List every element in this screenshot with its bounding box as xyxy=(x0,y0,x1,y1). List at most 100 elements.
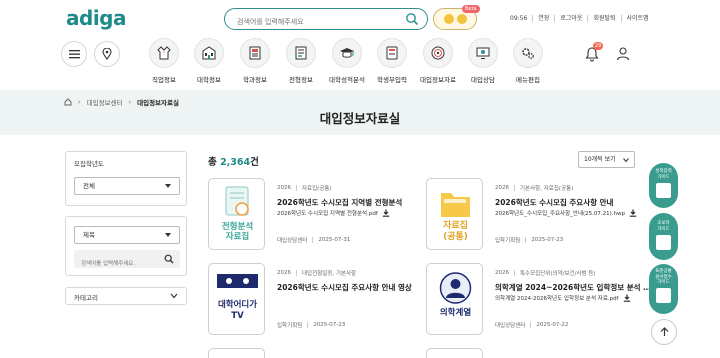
arrow-up-icon xyxy=(660,327,668,336)
item-date: 2025-07-22 xyxy=(536,322,569,328)
nav-item-job[interactable]: 직업정보 xyxy=(139,38,189,84)
graduation-cap-icon xyxy=(332,38,362,68)
page-size-select[interactable]: 10개씩 보기 xyxy=(578,151,635,168)
nav-item-label: 대입상담 xyxy=(471,76,495,84)
nav-item-label: 학과정보 xyxy=(243,76,267,84)
search-field-select[interactable]: 제목 xyxy=(74,226,180,244)
item-source: 대입상담센터 xyxy=(277,238,308,244)
withdraw-link[interactable]: 회원탈퇴 xyxy=(587,15,620,22)
year-select-value: 전체 xyxy=(83,182,95,190)
nav-item-record-input[interactable]: 학생부입력 xyxy=(367,38,417,84)
file-name[interactable]: 의학계열 2024-2026학년도 입학정보 분석 자료.pdf xyxy=(495,294,619,302)
chevron-down-icon xyxy=(623,158,629,162)
thumbnail-text: 대학어디가 xyxy=(217,300,258,310)
search-filter-panel: 제목 xyxy=(65,216,187,276)
search-bar[interactable] xyxy=(224,8,428,32)
location-button[interactable] xyxy=(94,41,120,67)
download-icon[interactable] xyxy=(623,294,631,302)
common-application-guide-button[interactable]: 표준공통 원서접수 가이드 xyxy=(649,264,678,314)
nav-item-admission[interactable]: 전형정보 xyxy=(276,38,326,84)
year-select[interactable]: 전체 xyxy=(74,177,180,195)
page-title: 대입정보자료실 xyxy=(319,111,401,126)
chevron-down-icon xyxy=(165,184,171,188)
guide-document-icon xyxy=(656,183,671,198)
nav-item-counseling[interactable]: 대입상담 xyxy=(458,38,508,84)
item-source: 대입상담센터 xyxy=(495,323,526,329)
total-suffix: 건 xyxy=(250,157,259,168)
download-icon[interactable] xyxy=(382,209,390,217)
beta-badge: Beta xyxy=(462,5,480,13)
home-icon[interactable] xyxy=(64,98,72,106)
keyword-field[interactable] xyxy=(74,250,180,273)
chevron-right-icon: › xyxy=(78,98,81,106)
scroll-to-top-button[interactable] xyxy=(651,319,677,345)
item-thumbnail[interactable] xyxy=(426,348,483,358)
profile-button[interactable] xyxy=(616,46,630,65)
item-category: 대입전형일정, 기본사항 xyxy=(302,271,357,277)
search-input[interactable] xyxy=(225,12,395,32)
nav-item-major[interactable]: 학과정보 xyxy=(230,38,280,84)
item-file[interactable]: 2026학년도 수시모집 지역별 전형분석.pdf xyxy=(277,209,390,217)
item-year: 2026 xyxy=(277,270,291,276)
breadcrumb-parent[interactable]: 대입정보센터 xyxy=(87,97,123,107)
shirt-icon xyxy=(149,38,179,68)
grade-input-guide-button[interactable]: 성적입력 가이드 xyxy=(649,163,678,208)
book-icon xyxy=(240,38,270,68)
nav-item-grade-analysis[interactable]: 대학성적분석 xyxy=(322,38,372,84)
page-size-value: 10개씩 보기 xyxy=(584,156,616,163)
sitemap-link[interactable]: 사이트맵 xyxy=(620,15,654,22)
nav-item-label: 대학성적분석 xyxy=(329,76,365,84)
nav-item-label: 직업정보 xyxy=(152,76,176,84)
item-title[interactable]: 의학계열 2024~2026학년도 입학정보 분석 … xyxy=(495,282,651,293)
nav-item-label: 전형정보 xyxy=(289,76,313,84)
item-footer: 대입상담센터 2025-07-22 xyxy=(495,321,568,329)
item-thumbnail[interactable]: 자료집 (공통) xyxy=(426,178,483,250)
monitor-icon xyxy=(468,38,498,68)
search-icon[interactable] xyxy=(405,12,419,26)
search-icon[interactable] xyxy=(164,254,174,264)
item-thumbnail[interactable]: 의학계열 xyxy=(426,263,483,335)
item-title[interactable]: 2026학년도 수시모집 주요사항 안내 xyxy=(495,197,613,208)
total-count: 총 2,364건 xyxy=(208,154,259,168)
item-thumbnail[interactable]: 대학어디가 TV xyxy=(208,263,265,335)
item-thumbnail[interactable]: 전형분석 자료집 xyxy=(208,178,265,250)
fab-label: 성적입력 가이드 xyxy=(655,169,672,180)
file-name[interactable]: 2026학년도 수시모집 지역별 전형분석.pdf xyxy=(277,209,378,217)
item-footer: 대입상담센터 2025-07-31 xyxy=(277,236,350,244)
item-category: 특수모집단위(의약/보건/사범 등) xyxy=(520,271,596,277)
item-file[interactable]: 2026학년도_수시모집_주요사항_안내(25.07.21).hwp xyxy=(495,209,637,217)
category-label: 카테고리 xyxy=(74,294,98,302)
menu-button[interactable] xyxy=(61,41,87,67)
guide-book-icon xyxy=(656,235,671,250)
nav-item-menu-edit[interactable]: 메뉴편집 xyxy=(503,38,553,84)
beginner-guide-button[interactable]: 초보자 가이드 xyxy=(649,213,678,260)
guide-form-icon xyxy=(656,287,671,303)
keyword-input[interactable] xyxy=(74,255,162,273)
user-icon xyxy=(616,47,630,61)
doctor-icon xyxy=(439,272,472,304)
item-year: 2026 xyxy=(277,185,291,191)
thumbnail-text: 자료집 xyxy=(443,221,468,231)
item-meta: 2026 자료집(공통) xyxy=(277,184,332,192)
item-title[interactable]: 2026학년도 수시모집 주요사항 안내 영상 xyxy=(277,282,412,293)
download-icon[interactable] xyxy=(629,209,637,217)
logout-link[interactable]: 로그아웃 xyxy=(554,15,587,22)
file-name[interactable]: 2026학년도_수시모집_주요사항_안내(25.07.21).hwp xyxy=(495,209,625,217)
notification-count-badge: 29 xyxy=(593,42,603,50)
item-footer: 입학기획팀 2025-07-23 xyxy=(495,236,563,244)
fab-label: 표준공통 원서접수 가이드 xyxy=(655,269,672,285)
thumbnail-text: (공통) xyxy=(443,232,468,242)
item-source: 입학기획팀 xyxy=(495,238,521,244)
nav-item-label: 메뉴편집 xyxy=(516,76,540,84)
nav-item-admission-data[interactable]: 대입정보자료 xyxy=(413,38,463,84)
item-file[interactable]: 의학계열 2024-2026학년도 입학정보 분석 자료.pdf xyxy=(495,294,631,302)
item-title[interactable]: 2026학년도 수시모집 지역별 전형분석 xyxy=(277,197,402,208)
item-date: 2025-07-23 xyxy=(313,322,346,328)
nav-item-university[interactable]: 대학정보 xyxy=(184,38,234,84)
category-panel[interactable]: 카테고리 xyxy=(65,287,187,305)
top-links: 09:56 연장 로그아웃 회원탈퇴 사이트맵 xyxy=(505,15,654,22)
extend-link[interactable]: 연장 xyxy=(532,15,554,22)
total-prefix: 총 xyxy=(208,157,217,168)
item-thumbnail[interactable] xyxy=(208,348,265,358)
site-logo[interactable]: adiga xyxy=(66,6,126,30)
